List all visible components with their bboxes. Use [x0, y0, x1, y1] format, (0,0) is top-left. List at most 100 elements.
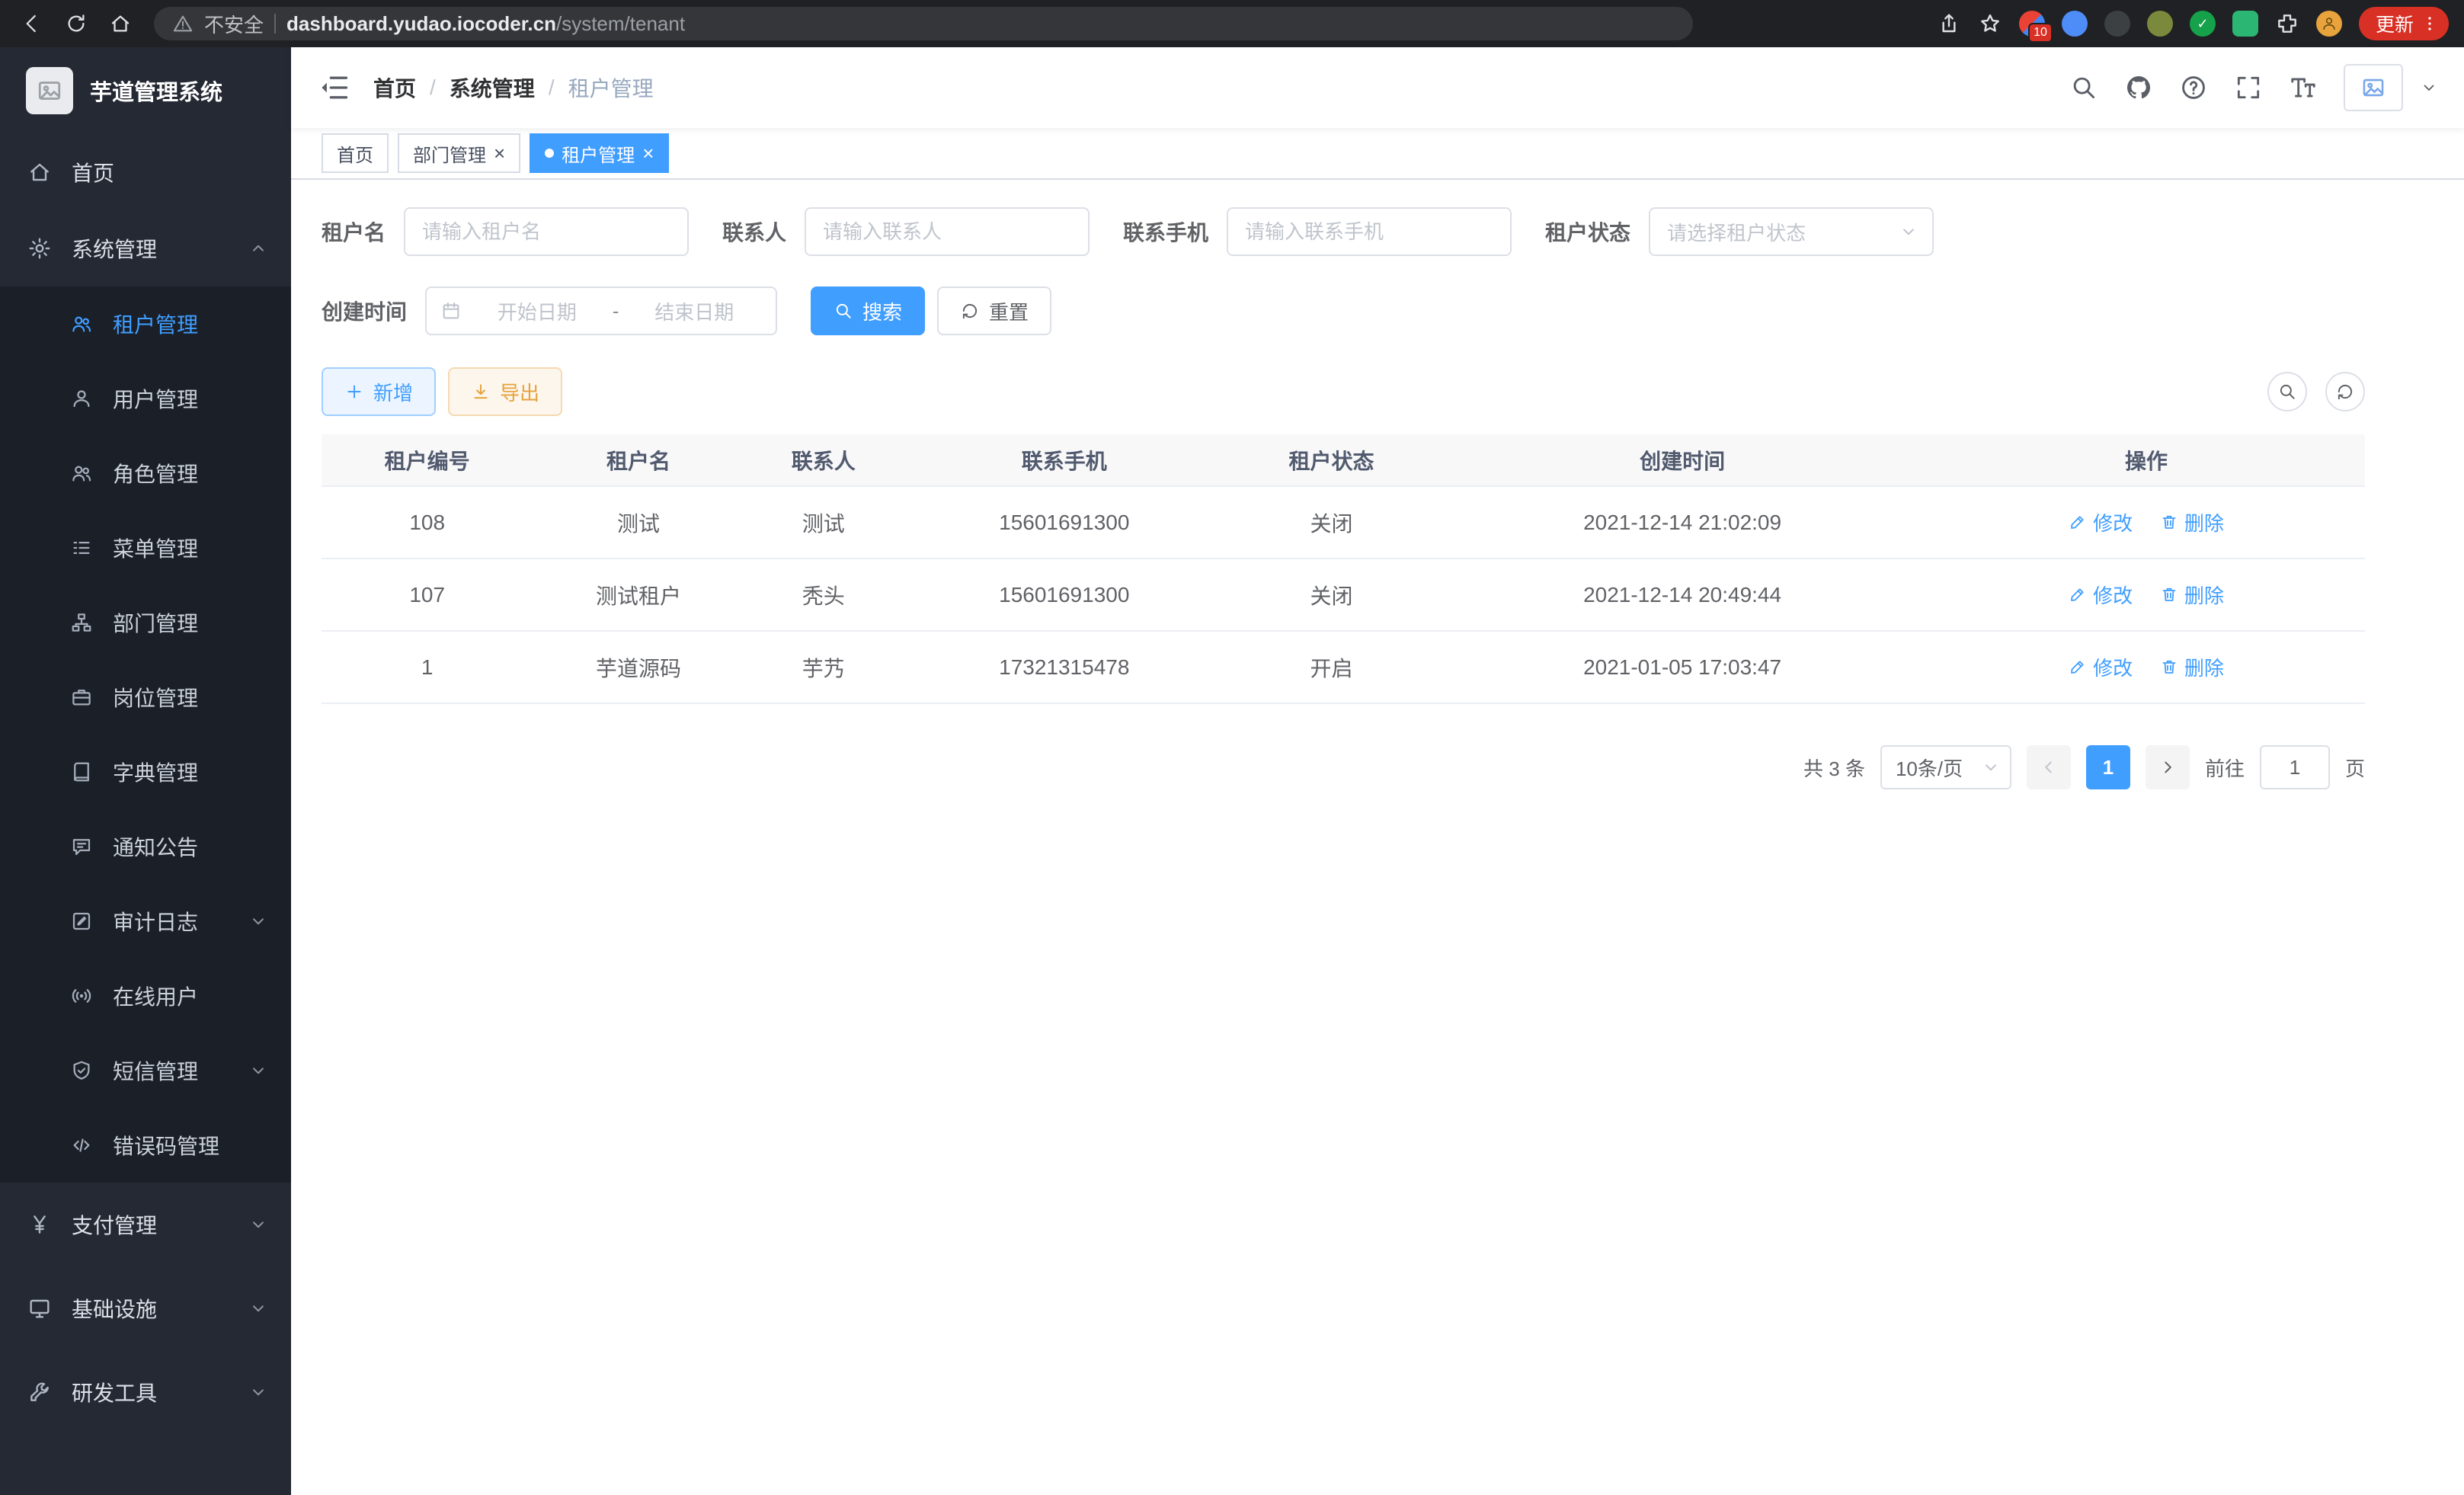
book-icon — [70, 760, 93, 783]
sidebar-item-role[interactable]: 角色管理 — [0, 436, 291, 511]
cell-actions: 修改 删除 — [1928, 559, 2365, 631]
action-label: 删除 — [2184, 581, 2224, 609]
extension-icon-4[interactable] — [2147, 11, 2173, 37]
export-button[interactable]: 导出 — [448, 367, 562, 416]
tab-home[interactable]: 首页 — [322, 133, 389, 173]
address-bar[interactable]: 不安全 dashboard.yudao.iocoder.cn/system/te… — [154, 7, 1693, 40]
chevron-left-icon — [2039, 757, 2059, 777]
share-icon[interactable] — [1937, 11, 1961, 36]
sidebar-item-home[interactable]: 首页 — [0, 134, 291, 210]
sidebar-item-label: 通知公告 — [113, 831, 198, 862]
page-size-select[interactable]: 10条/页 — [1880, 745, 2011, 789]
refresh-table-button[interactable] — [2325, 372, 2365, 411]
status-select[interactable]: 请选择租户状态 — [1649, 207, 1934, 256]
pencil-icon — [2069, 658, 2087, 676]
contact-mobile-input[interactable] — [1227, 207, 1512, 256]
sidebar-item-sms[interactable]: 短信管理 — [0, 1033, 291, 1108]
sidebar-item-label: 岗位管理 — [113, 682, 198, 712]
person-icon — [2321, 15, 2338, 32]
log-edit-icon — [70, 910, 93, 933]
sidebar-item-label: 研发工具 — [72, 1377, 157, 1407]
sidebar-item-tenant[interactable]: 租户管理 — [0, 287, 291, 361]
cell-status: 开启 — [1226, 631, 1437, 703]
tenant-name-input[interactable] — [404, 207, 689, 256]
extension-icon-2[interactable] — [2062, 11, 2088, 37]
avatar-caret-down-icon[interactable] — [2420, 78, 2438, 97]
sidebar-item-user[interactable]: 用户管理 — [0, 361, 291, 436]
sidebar-collapse-icon[interactable] — [317, 71, 350, 104]
font-size-icon[interactable] — [2289, 73, 2318, 102]
goto-page-input[interactable] — [2260, 745, 2330, 789]
sidebar-item-notice[interactable]: 通知公告 — [0, 809, 291, 884]
current-page-button[interactable]: 1 — [2086, 745, 2130, 789]
back-button[interactable] — [12, 4, 52, 43]
help-icon[interactable] — [2179, 73, 2208, 102]
sidebar-item-infra[interactable]: 基础设施 — [0, 1266, 291, 1350]
extension-icon-5[interactable]: ✓ — [2190, 11, 2216, 37]
date-range-picker[interactable]: 开始日期 - 结束日期 — [425, 287, 777, 335]
extension-icon-3[interactable] — [2104, 11, 2130, 37]
close-icon[interactable]: × — [494, 143, 505, 163]
sidebar-item-devtool[interactable]: 研发工具 — [0, 1350, 291, 1434]
tenant-users-icon — [70, 312, 93, 335]
extension-icon-6[interactable] — [2232, 11, 2258, 37]
search-icon[interactable] — [2069, 73, 2098, 102]
browser-home-button[interactable] — [101, 4, 140, 43]
sidebar-item-error-code[interactable]: 错误码管理 — [0, 1108, 291, 1183]
sidebar-item-label: 菜单管理 — [113, 533, 198, 563]
sidebar-item-dict[interactable]: 字典管理 — [0, 735, 291, 809]
search-button[interactable]: 搜索 — [811, 287, 925, 335]
sidebar-item-menu[interactable]: 菜单管理 — [0, 511, 291, 585]
breadcrumb-separator: / — [430, 75, 436, 100]
sidebar-item-audit-log[interactable]: 审计日志 — [0, 884, 291, 959]
sidebar-item-label: 系统管理 — [72, 233, 157, 264]
profile-avatar[interactable] — [2316, 11, 2342, 37]
edit-button[interactable]: 修改 — [2069, 581, 2133, 609]
delete-button[interactable]: 删除 — [2160, 653, 2224, 681]
add-button[interactable]: 新增 — [322, 367, 436, 416]
briefcase-icon — [70, 686, 93, 709]
edit-button[interactable]: 修改 — [2069, 653, 2133, 681]
delete-button[interactable]: 删除 — [2160, 581, 2224, 609]
sidebar-lower: 支付管理 基础设施 研发工具 — [0, 1183, 291, 1434]
bookmark-star-icon[interactable] — [1978, 11, 2002, 36]
reload-button[interactable] — [56, 4, 96, 43]
toolbar-right — [2267, 372, 2365, 411]
cell-tenant-id: 107 — [322, 559, 533, 631]
cell-created-at: 2021-01-05 17:03:47 — [1437, 631, 1928, 703]
toggle-search-button[interactable] — [2267, 372, 2307, 411]
extensions-puzzle-icon[interactable] — [2275, 11, 2299, 36]
breadcrumb-item[interactable]: 首页 — [373, 72, 416, 103]
kebab-menu-icon — [2420, 14, 2440, 34]
gear-icon — [27, 236, 52, 261]
sidebar-item-online-user[interactable]: 在线用户 — [0, 959, 291, 1033]
browser-update-button[interactable]: 更新 — [2359, 7, 2449, 40]
sidebar-item-dept[interactable]: 部门管理 — [0, 585, 291, 660]
cell-tenant-name: 测试租户 — [533, 559, 744, 631]
close-icon[interactable]: × — [642, 143, 654, 163]
fullscreen-icon[interactable] — [2234, 73, 2263, 102]
edit-button[interactable]: 修改 — [2069, 508, 2133, 536]
calendar-icon — [440, 300, 462, 322]
breadcrumb-item[interactable]: 系统管理 — [450, 72, 535, 103]
sidebar-item-system[interactable]: 系统管理 — [0, 210, 291, 287]
github-icon[interactable] — [2124, 73, 2153, 102]
sidebar-item-post[interactable]: 岗位管理 — [0, 660, 291, 735]
sidebar-item-label: 在线用户 — [113, 981, 198, 1011]
prev-page-button[interactable] — [2027, 745, 2071, 789]
tab-tenant[interactable]: 租户管理 × — [530, 133, 669, 173]
sidebar-item-pay[interactable]: 支付管理 — [0, 1183, 291, 1266]
url-path: /system/tenant — [556, 12, 685, 36]
role-users-icon — [70, 462, 93, 485]
broadcast-icon — [70, 984, 93, 1007]
next-page-button[interactable] — [2146, 745, 2190, 789]
filter-create-time: 创建时间 开始日期 - 结束日期 — [322, 287, 777, 335]
contact-name-input[interactable] — [805, 207, 1090, 256]
extension-icon-1[interactable]: 10 — [2019, 11, 2045, 37]
reset-button[interactable]: 重置 — [937, 287, 1051, 335]
column-header: 操作 — [1928, 434, 2365, 486]
user-avatar[interactable] — [2344, 64, 2403, 111]
delete-button[interactable]: 删除 — [2160, 508, 2224, 536]
update-label: 更新 — [2376, 10, 2414, 37]
tab-dept[interactable]: 部门管理 × — [398, 133, 520, 173]
